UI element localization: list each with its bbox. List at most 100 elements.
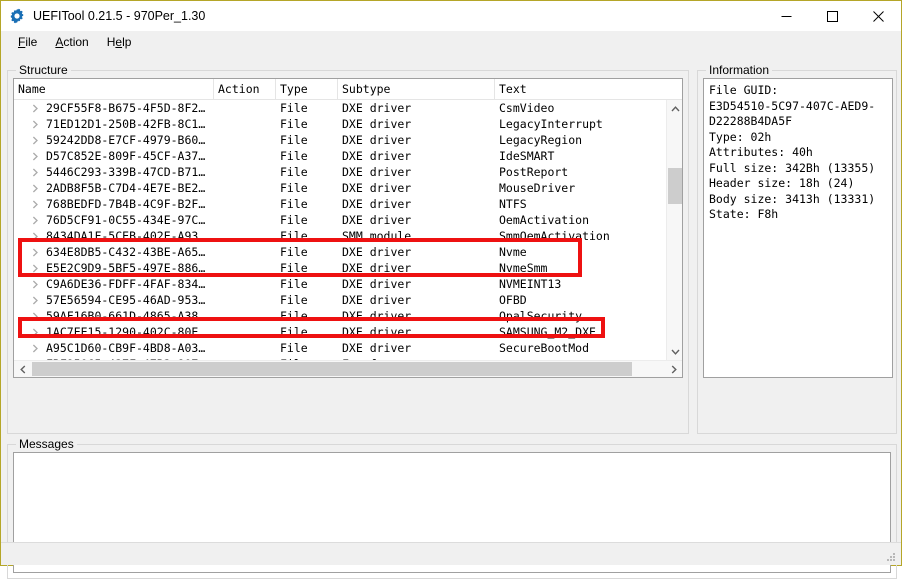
cell-text: NTFS xyxy=(499,197,527,211)
minimize-button[interactable] xyxy=(763,1,809,31)
cell-subtype: DXE driver xyxy=(342,309,412,323)
table-row[interactable]: 76D5CF91-0C55-434E-97C… File DXE driver Oem… xyxy=(14,212,666,228)
table-row[interactable]: 29CF55F8-B675-4F5D-8F2… File DXE driver Csm… xyxy=(14,100,666,116)
cell-name: 768BEDFD-7B4B-4C9F-B2F… xyxy=(46,197,206,211)
chevron-right-icon[interactable] xyxy=(32,260,44,276)
cell-text: PostReport xyxy=(499,165,569,179)
tree-column-header-type[interactable]: Type xyxy=(276,79,338,100)
tree-horizontal-scroll-thumb[interactable] xyxy=(32,362,632,376)
cell-subtype: DXE driver xyxy=(342,261,412,275)
close-button[interactable] xyxy=(855,1,901,31)
cell-action xyxy=(218,132,276,148)
scroll-right-button[interactable] xyxy=(665,361,682,377)
cell-action xyxy=(218,324,276,340)
cell-type: File xyxy=(280,133,308,147)
table-row[interactable]: A95C1D60-CB9F-4BD8-A03… File DXE driver Sec… xyxy=(14,340,666,356)
chevron-right-icon[interactable] xyxy=(32,132,44,148)
cell-action xyxy=(218,196,276,212)
chevron-right-icon[interactable] xyxy=(32,180,44,196)
cell-text: OemActivation xyxy=(499,213,590,227)
menu-help[interactable]: Help xyxy=(98,33,141,51)
tree-rows-container[interactable]: 29CF55F8-B675-4F5D-8F2… File DXE driver Csm… xyxy=(14,100,666,360)
chevron-right-icon[interactable] xyxy=(32,308,44,324)
table-row[interactable]: C9A6DE36-FDFF-4FAF-834… File DXE driver NVM… xyxy=(14,276,666,292)
menu-file[interactable]: File xyxy=(9,33,46,51)
cell-subtype: DXE driver xyxy=(342,165,412,179)
cell-action xyxy=(218,100,276,116)
cell-action xyxy=(218,116,276,132)
cell-type: File xyxy=(280,341,308,355)
chevron-right-icon[interactable] xyxy=(32,116,44,132)
scroll-up-button[interactable] xyxy=(667,100,682,117)
cell-type: File xyxy=(280,117,308,131)
gear-icon xyxy=(9,8,25,24)
cell-text: NVMEINT13 xyxy=(499,277,562,291)
cell-name: 76D5CF91-0C55-434E-97C… xyxy=(46,213,206,227)
table-row[interactable]: D57C852E-809F-45CF-A37… File DXE driver Ide… xyxy=(14,148,666,164)
cell-subtype: DXE driver xyxy=(342,277,412,291)
chevron-left-icon xyxy=(19,364,25,374)
chevron-right-icon[interactable] xyxy=(32,212,44,228)
chevron-right-icon[interactable] xyxy=(32,340,44,356)
table-row[interactable]: 768BEDFD-7B4B-4C9F-B2F… File DXE driver NTF… xyxy=(14,196,666,212)
cell-text: LegacyInterrupt xyxy=(499,117,603,131)
cell-subtype: DXE driver xyxy=(342,101,412,115)
table-row[interactable]: 2ADB8F5B-C7D4-4E7E-BE2… File DXE driver Mou… xyxy=(14,180,666,196)
chevron-right-icon[interactable] xyxy=(32,292,44,308)
cell-action xyxy=(218,276,276,292)
cell-type: File xyxy=(280,165,308,179)
table-row[interactable]: 71ED12D1-250B-42FB-8C1… File DXE driver Leg… xyxy=(14,116,666,132)
table-row[interactable]: 59AF16B0-661D-4865-A38… File DXE driver Opa… xyxy=(14,308,666,324)
cell-text: MouseDriver xyxy=(499,181,576,195)
cell-subtype: SMM module xyxy=(342,229,412,243)
cell-name: 29CF55F8-B675-4F5D-8F2… xyxy=(46,101,206,115)
chevron-right-icon[interactable] xyxy=(32,228,44,244)
chevron-right-icon[interactable] xyxy=(32,276,44,292)
tree-column-header-action[interactable]: Action xyxy=(214,79,276,100)
cell-action xyxy=(218,212,276,228)
cell-name: 57E56594-CE95-46AD-953… xyxy=(46,293,206,307)
cell-subtype: DXE driver xyxy=(342,117,412,131)
table-row[interactable]: 634E8DB5-C432-43BE-A65… File DXE driver Nvm… xyxy=(14,244,666,260)
tree-vertical-scrollbar[interactable] xyxy=(666,100,682,360)
cell-action xyxy=(218,148,276,164)
tree-column-header-text[interactable]: Text xyxy=(495,79,682,100)
cell-action xyxy=(218,180,276,196)
table-row[interactable]: 57E56594-CE95-46AD-953… File DXE driver OFB… xyxy=(14,292,666,308)
cell-name: C9A6DE36-FDFF-4FAF-834… xyxy=(46,277,206,291)
information-text[interactable]: File GUID: E3D54510-5C97-407C-AED9- D222… xyxy=(703,78,893,378)
chevron-right-icon[interactable] xyxy=(32,244,44,260)
chevron-right-icon[interactable] xyxy=(32,148,44,164)
cell-subtype: DXE driver xyxy=(342,149,412,163)
table-row[interactable]: 59242DD8-E7CF-4979-B60… File DXE driver Leg… xyxy=(14,132,666,148)
scroll-left-button[interactable] xyxy=(14,361,31,377)
chevron-right-icon[interactable] xyxy=(32,196,44,212)
chevron-right-icon[interactable] xyxy=(32,100,44,116)
information-panel-label: Information xyxy=(706,63,773,77)
maximize-button[interactable] xyxy=(809,1,855,31)
table-row[interactable]: E5E2C9D9-5BF5-497E-886… File DXE driver Nvm… xyxy=(14,260,666,276)
tree-horizontal-scrollbar[interactable] xyxy=(14,360,682,377)
tree-column-header-name[interactable]: Name xyxy=(14,79,214,100)
tree-column-header-subtype[interactable]: Subtype xyxy=(338,79,495,100)
tree-column-headers: Name Action Type Subtype Text xyxy=(14,79,682,100)
cell-text: OpalSecurity xyxy=(499,309,583,323)
cell-type: File xyxy=(280,101,308,115)
chevron-right-icon[interactable] xyxy=(32,164,44,180)
messages-panel-label: Messages xyxy=(16,437,77,451)
table-row[interactable]: 8434DA1F-5CEB-402E-A93… File SMM module Smm… xyxy=(14,228,666,244)
close-icon xyxy=(872,10,884,22)
structure-tree[interactable]: Name Action Type Subtype Text 29CF55F8-B675-… xyxy=(13,78,683,378)
table-row[interactable]: 5446C293-339B-47CD-B71… File DXE driver Pos… xyxy=(14,164,666,180)
cell-action xyxy=(218,308,276,324)
cell-name: 71ED12D1-250B-42FB-8C1… xyxy=(46,117,206,131)
resize-grip-icon[interactable] xyxy=(885,550,898,563)
tree-vertical-scroll-thumb[interactable] xyxy=(668,168,682,204)
table-row[interactable]: 1AC7EE15-1290-402C-80E… File DXE driver SAM… xyxy=(14,324,666,340)
minimize-icon xyxy=(781,15,791,17)
scroll-down-button[interactable] xyxy=(667,343,682,360)
chevron-right-icon[interactable] xyxy=(32,324,44,340)
cell-type: File xyxy=(280,197,308,211)
title-bar[interactable]: UEFITool 0.21.5 - 970Per_1.30 xyxy=(1,1,901,31)
menu-action[interactable]: Action xyxy=(46,33,97,51)
